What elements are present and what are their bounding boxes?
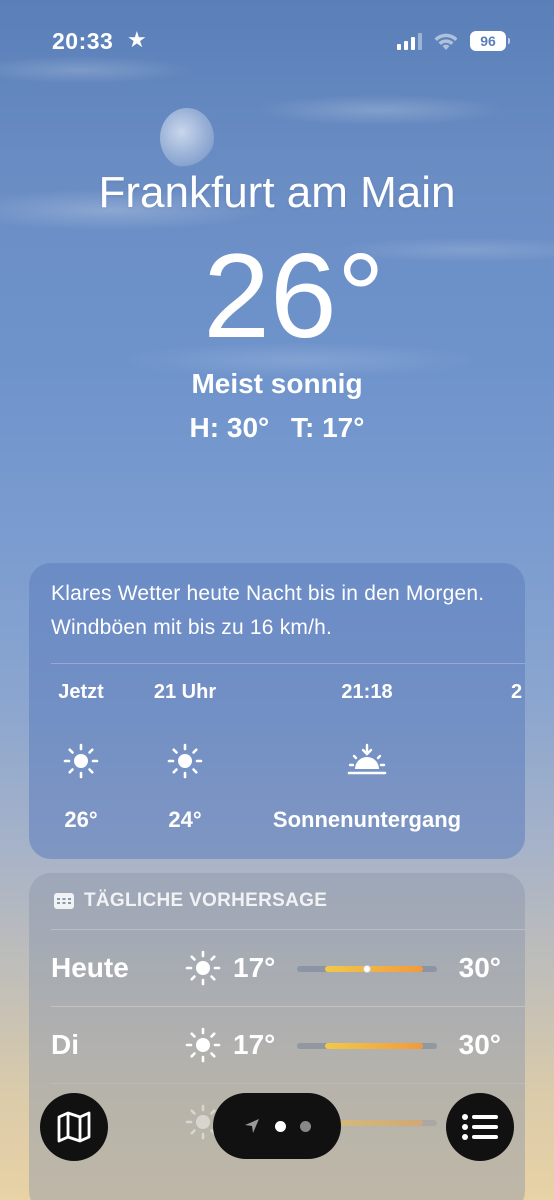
hourly-item: 21 Uhr 24° xyxy=(141,681,229,833)
hourly-item: Jetzt 26° xyxy=(51,681,111,833)
high-temperature: H: 30° xyxy=(189,412,270,443)
hour-temperature: 26° xyxy=(64,807,98,832)
map-icon xyxy=(57,1111,91,1143)
temperature-range-bar xyxy=(297,1043,437,1049)
map-button[interactable] xyxy=(40,1093,108,1161)
hour-label: Jetzt xyxy=(58,681,104,703)
day-low: 17° xyxy=(233,1029,276,1060)
daily-forecast-title: TÄGLICHE VORHERSAGE xyxy=(84,890,328,911)
divider xyxy=(51,663,525,664)
day-low: 17° xyxy=(233,952,276,983)
weather-summary: Klares Wetter heute Nacht bis in den Mor… xyxy=(51,582,485,639)
location-pager[interactable] xyxy=(213,1093,341,1159)
day-high: 30° xyxy=(458,952,501,983)
hour-label: 21:18 xyxy=(341,681,393,703)
city-name: Frankfurt am Main xyxy=(98,168,456,217)
location-arrow-icon[interactable] xyxy=(243,1117,261,1135)
current-temperature: 26° xyxy=(203,229,385,363)
page-dot-active[interactable] xyxy=(275,1120,286,1132)
day-high: 30° xyxy=(458,1029,501,1060)
low-temperature: T: 17° xyxy=(291,412,365,443)
day-label: Di xyxy=(51,1029,79,1060)
sun-icon xyxy=(185,1027,221,1068)
sun-icon xyxy=(185,950,221,991)
high-low: H: 30° T: 17° xyxy=(0,412,554,444)
daily-row[interactable]: Di 17° 30° xyxy=(51,1006,525,1084)
sun-icon xyxy=(141,741,229,781)
hourly-item: 21:18 Sonnenuntergang xyxy=(255,681,479,833)
star-icon: ★ xyxy=(127,27,147,52)
list-icon xyxy=(462,1114,498,1140)
hourly-forecast-card[interactable]: Klares Wetter heute Nacht bis in den Mor… xyxy=(29,563,525,859)
current-temperature-marker xyxy=(363,965,371,973)
moon-image xyxy=(160,108,214,168)
cellular-signal-icon xyxy=(397,32,422,50)
sunset-icon xyxy=(255,741,479,781)
hour-temperature: 24° xyxy=(168,807,202,832)
hourly-item: 2 xyxy=(511,681,525,707)
calendar-icon xyxy=(54,893,74,909)
battery-indicator: 96 xyxy=(470,31,510,51)
hour-temperature: Sonnenuntergang xyxy=(272,807,462,832)
wifi-icon xyxy=(434,33,458,50)
page-dot[interactable] xyxy=(300,1120,311,1132)
status-time: 20:33 xyxy=(52,28,114,54)
weather-condition: Meist sonnig xyxy=(191,368,363,399)
hour-label: 21 Uhr xyxy=(153,681,217,703)
daily-forecast-header: TÄGLICHE VORHERSAGE xyxy=(53,890,327,912)
temperature-range-fill xyxy=(325,1043,423,1049)
temperature-range-fill xyxy=(325,966,423,972)
status-bar: 20:33 ★ 96 xyxy=(0,0,554,80)
day-label: Heute xyxy=(51,952,129,983)
temperature-range-bar xyxy=(297,965,437,973)
sun-icon xyxy=(51,741,111,781)
list-button[interactable] xyxy=(446,1093,514,1161)
daily-row[interactable]: Heute 17° 30° xyxy=(51,929,525,1007)
hour-label: 2 xyxy=(511,681,523,703)
